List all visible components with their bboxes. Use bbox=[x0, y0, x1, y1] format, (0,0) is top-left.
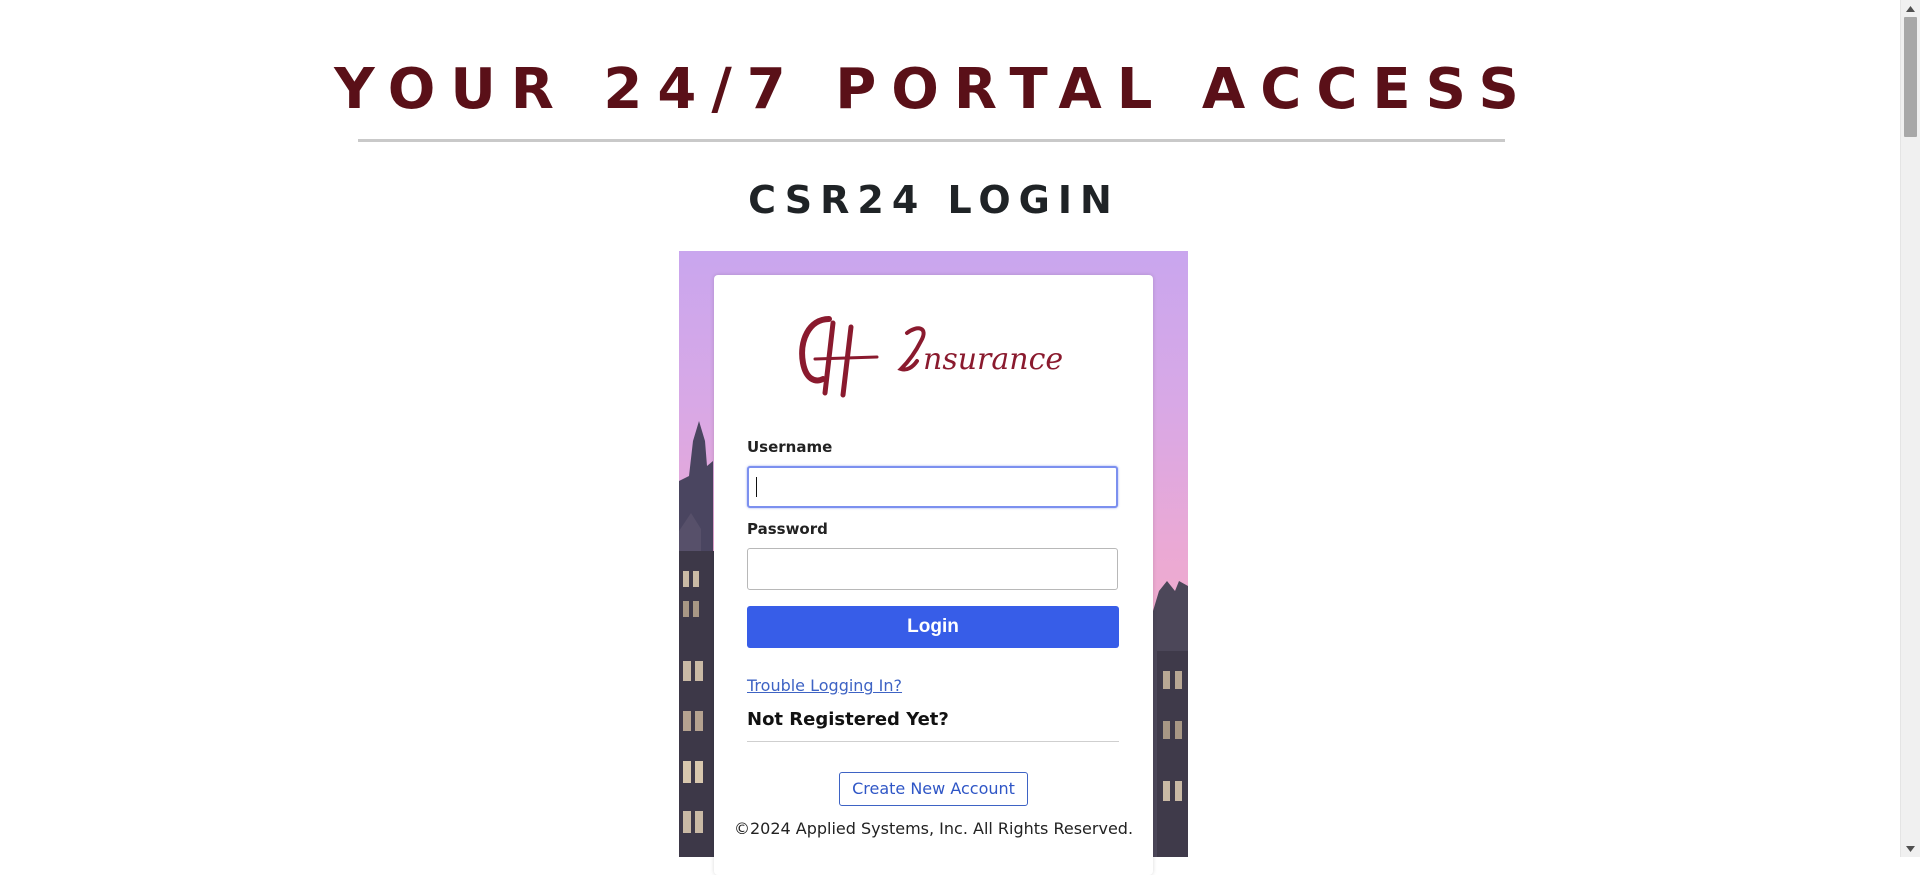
password-label: Password bbox=[747, 520, 828, 538]
heading-divider bbox=[358, 139, 1505, 142]
username-input[interactable] bbox=[747, 466, 1118, 508]
card-divider bbox=[747, 741, 1119, 742]
scroll-down-arrow-icon[interactable] bbox=[1901, 840, 1920, 857]
create-new-account-button[interactable]: Create New Account bbox=[839, 772, 1028, 806]
ch-insurance-logo: nsurance bbox=[799, 316, 1063, 398]
text-cursor bbox=[756, 477, 757, 497]
svg-text:nsurance: nsurance bbox=[923, 342, 1063, 377]
trouble-logging-in-link[interactable]: Trouble Logging In? bbox=[747, 676, 902, 695]
page-title: YOUR 24/7 PORTAL ACCESS bbox=[334, 57, 1534, 122]
login-card: nsurance Username Password Login Trouble… bbox=[714, 275, 1153, 875]
scrollbar-thumb[interactable] bbox=[1904, 17, 1917, 137]
scroll-up-arrow-icon[interactable] bbox=[1901, 0, 1920, 17]
password-input[interactable] bbox=[747, 548, 1118, 590]
portal-page: YOUR 24/7 PORTAL ACCESS CSR24 LOGIN nsur… bbox=[0, 0, 1900, 875]
username-label: Username bbox=[747, 438, 833, 456]
login-section-title: CSR24 LOGIN bbox=[748, 178, 1120, 222]
not-registered-heading: Not Registered Yet? bbox=[747, 709, 949, 730]
copyright-text: ©2024 Applied Systems, Inc. All Rights R… bbox=[733, 819, 1134, 838]
login-button[interactable]: Login bbox=[747, 606, 1119, 648]
page-scrollbar[interactable] bbox=[1900, 0, 1920, 857]
